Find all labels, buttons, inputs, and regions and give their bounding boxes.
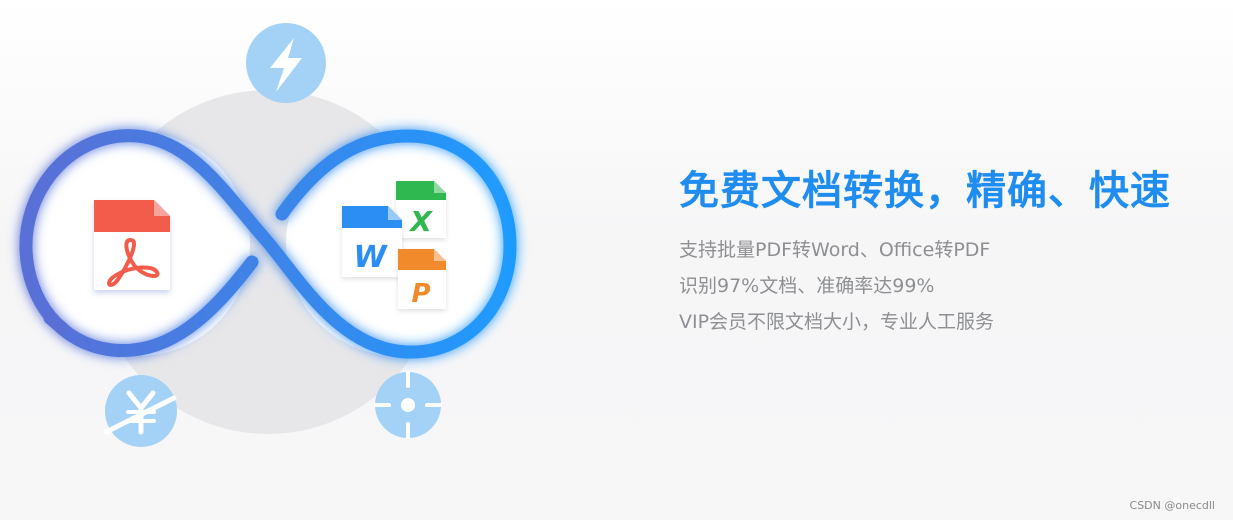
excel-letter: X	[408, 205, 433, 238]
word-document-icon: W	[342, 206, 402, 277]
feature-list: 支持批量PDF转Word、Office转PDF 识别97%文档、准确率达99% …	[679, 232, 1219, 340]
word-letter: W	[353, 240, 388, 275]
lightning-bolt-icon	[246, 23, 326, 103]
yen-crossed-icon	[103, 375, 177, 447]
banner-headline: 免费文档转换，精确、快速	[679, 168, 1171, 214]
conversion-banner: X W P 免费文档转换，精确、快速 支持批量PDF转Word、Office转P…	[0, 0, 1233, 520]
crosshair-target-icon	[374, 371, 442, 439]
watermark: CSDN @onecdll	[1129, 499, 1215, 512]
banner-copy: 免费文档转换，精确、快速 支持批量PDF转Word、Office转PDF 识别9…	[679, 162, 1219, 340]
excel-document-icon: X	[396, 181, 446, 238]
infinity-illustration: X W P	[19, 23, 517, 447]
feature-item: 支持批量PDF转Word、Office转PDF	[679, 239, 991, 261]
infinity-dash	[43, 311, 69, 335]
pdf-document-icon	[94, 200, 170, 290]
feature-item: VIP会员不限文档大小，专业人工服务	[679, 311, 995, 333]
powerpoint-letter: P	[411, 279, 430, 309]
powerpoint-document-icon: P	[398, 249, 446, 309]
feature-item: 识别97%文档、准确率达99%	[679, 275, 935, 297]
